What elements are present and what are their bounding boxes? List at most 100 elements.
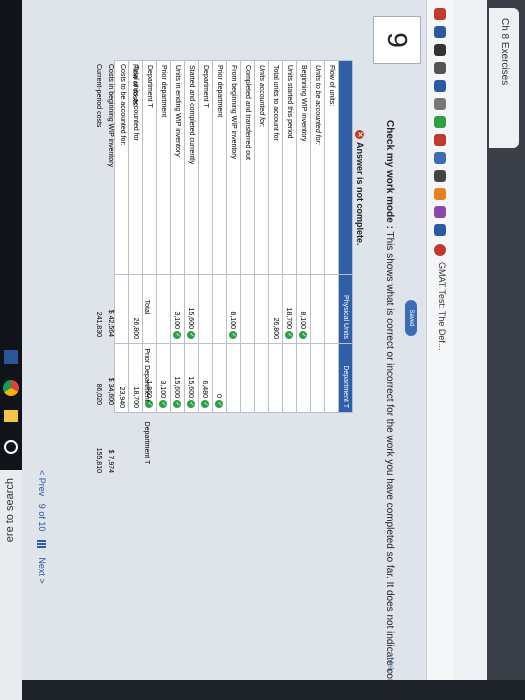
bookmark-icon[interactable] bbox=[434, 26, 446, 38]
photo-frame: Ch 8 Exercises GMAT Test: The Def... 9 S… bbox=[0, 0, 525, 700]
units-input-cell[interactable] bbox=[198, 274, 213, 344]
units-value: 8,100 bbox=[299, 311, 307, 329]
units-row: Completed and transferred out bbox=[240, 60, 255, 413]
bookmark-icon[interactable] bbox=[434, 134, 446, 146]
units-input-cell[interactable]: 3,100 ✓ bbox=[156, 343, 171, 413]
units-input-cell[interactable] bbox=[226, 343, 241, 413]
taskbar-search[interactable]: ere to search bbox=[0, 470, 22, 700]
units-input-cell[interactable]: 3,100 ✓ bbox=[170, 274, 185, 344]
units-input-cell[interactable] bbox=[268, 343, 283, 413]
units-value: 3,100 bbox=[173, 311, 181, 329]
gmat-bookmark-icon[interactable] bbox=[434, 244, 446, 256]
units-input-cell[interactable] bbox=[324, 343, 339, 413]
units-row: Prior department 3,100 ✓ bbox=[156, 60, 171, 413]
units-row-label: Prior department bbox=[212, 60, 227, 275]
folder-icon[interactable] bbox=[4, 410, 18, 422]
chrome-icon[interactable] bbox=[3, 380, 19, 396]
units-input-cell[interactable]: 8,100 ✓ bbox=[226, 274, 241, 344]
costs-header-dept: Department T bbox=[143, 421, 151, 465]
units-input-cell[interactable] bbox=[254, 343, 269, 413]
bookmark-label[interactable]: GMAT Test: The Def... bbox=[437, 262, 447, 350]
grid-icon[interactable] bbox=[36, 539, 46, 549]
units-value: 15,600 bbox=[187, 307, 195, 329]
bookmark-icon[interactable] bbox=[434, 98, 446, 110]
units-row: Started and completed currently 15,600✓ 15… bbox=[184, 60, 199, 413]
costs-input-cell[interactable]: 241,830 bbox=[93, 273, 105, 341]
units-row-label: Beginning WIP inventory bbox=[296, 60, 311, 275]
units-input-cell[interactable] bbox=[212, 274, 227, 344]
units-input-cell[interactable] bbox=[310, 343, 325, 413]
bookmark-icon[interactable] bbox=[434, 44, 446, 56]
pager: < Prev 9 of 10 Next > bbox=[36, 470, 47, 584]
correct-check-icon: ✓ bbox=[187, 331, 196, 339]
browser-tab-bar: Ch 8 Exercises bbox=[487, 0, 525, 680]
units-row-label: Completed and transferred out bbox=[240, 60, 255, 275]
costs-table: Total Prior Department Department T Flow… bbox=[93, 60, 153, 477]
chapter-number: 9 bbox=[373, 16, 421, 64]
units-input-cell[interactable]: 15,600 ✓ bbox=[184, 274, 199, 344]
costs-input-cell[interactable] bbox=[117, 341, 129, 409]
costs-input-cell[interactable]: $ 7,974 bbox=[105, 409, 117, 477]
word-icon[interactable] bbox=[4, 350, 18, 364]
costs-row-label: Flow of costs: bbox=[131, 64, 139, 107]
bookmark-icon[interactable] bbox=[434, 116, 446, 128]
page-number: 9 bbox=[37, 503, 47, 509]
units-row-label: From beginning WIP inventory bbox=[226, 60, 241, 275]
answer-status: ✕ Answer is not complete. bbox=[354, 130, 365, 246]
units-input-cell[interactable]: 26,800 bbox=[268, 274, 283, 344]
help-link[interactable]: Help bbox=[386, 658, 395, 674]
units-input-cell[interactable] bbox=[296, 343, 311, 413]
check-mode-title: Check my work mode : bbox=[384, 120, 395, 229]
correct-check-icon: ✓ bbox=[173, 400, 182, 408]
costs-row-label: Costs in beginning WIP inventory bbox=[107, 64, 115, 167]
units-input-cell[interactable]: 15,600 ✓ bbox=[170, 343, 185, 413]
correct-check-icon: ✓ bbox=[187, 400, 196, 408]
costs-header-total: Total bbox=[143, 299, 151, 315]
units-input-cell[interactable] bbox=[310, 274, 325, 344]
units-input-cell[interactable] bbox=[240, 274, 255, 344]
costs-input-cell[interactable] bbox=[117, 409, 129, 477]
error-icon: ✕ bbox=[354, 130, 364, 139]
bookmark-icon[interactable] bbox=[434, 224, 446, 236]
units-input-cell[interactable] bbox=[240, 343, 255, 413]
prev-button[interactable]: < Prev bbox=[37, 470, 47, 496]
taskview-icon[interactable] bbox=[4, 440, 18, 454]
units-input-cell[interactable]: 8,100 ✓ bbox=[296, 274, 311, 344]
costs-input-cell[interactable]: $ 34,600 bbox=[105, 341, 117, 409]
units-value: 26,800 bbox=[272, 317, 279, 339]
costs-input-cell[interactable]: 86,020 bbox=[93, 341, 105, 409]
units-input-cell[interactable]: 15,600 ✓ bbox=[184, 343, 199, 413]
units-input-cell[interactable] bbox=[156, 274, 171, 344]
costs-input-cell[interactable] bbox=[129, 341, 141, 409]
units-value: 0 bbox=[215, 394, 223, 398]
units-input-cell[interactable]: 0✓ bbox=[212, 343, 227, 413]
units-row-label: Units to be accounted for: bbox=[310, 60, 325, 275]
costs-header-blank bbox=[141, 60, 153, 273]
bookmark-icon[interactable] bbox=[434, 80, 446, 92]
units-input-cell[interactable]: 6,480 ✓ bbox=[198, 343, 213, 413]
bookmark-icon[interactable] bbox=[434, 206, 446, 218]
page-total: of 10 bbox=[37, 511, 47, 532]
costs-input-cell[interactable] bbox=[117, 273, 129, 341]
costs-input-cell[interactable]: $ 42,564 bbox=[105, 273, 117, 341]
bookmark-icon[interactable] bbox=[434, 170, 446, 182]
units-input-cell[interactable]: 18,700 ✓ bbox=[282, 274, 297, 344]
bookmark-icon[interactable] bbox=[434, 188, 446, 200]
bookmark-icon[interactable] bbox=[434, 152, 446, 164]
costs-input-cell[interactable]: 155,810 bbox=[93, 409, 105, 477]
browser-tab[interactable]: Ch 8 Exercises bbox=[489, 8, 519, 148]
costs-input-cell[interactable] bbox=[129, 409, 141, 477]
units-input-cell[interactable] bbox=[324, 274, 339, 344]
costs-input-cell[interactable] bbox=[129, 273, 141, 341]
units-row-label: Started and completed currently bbox=[184, 60, 199, 275]
units-header-physical: Physical Units bbox=[338, 274, 353, 344]
bookmark-icon[interactable] bbox=[434, 62, 446, 74]
units-input-cell[interactable] bbox=[282, 343, 297, 413]
bookmark-icon[interactable] bbox=[434, 8, 446, 20]
next-button[interactable]: Next > bbox=[37, 557, 47, 583]
units-row-label: Flow of units: bbox=[324, 60, 339, 275]
units-row: Units in ending WIP inventory 3,100✓ 15,60… bbox=[170, 60, 185, 413]
units-input-cell[interactable] bbox=[254, 274, 269, 344]
units-row: Units started this period 18,700 ✓ bbox=[282, 60, 297, 413]
address-bar[interactable] bbox=[452, 0, 487, 680]
